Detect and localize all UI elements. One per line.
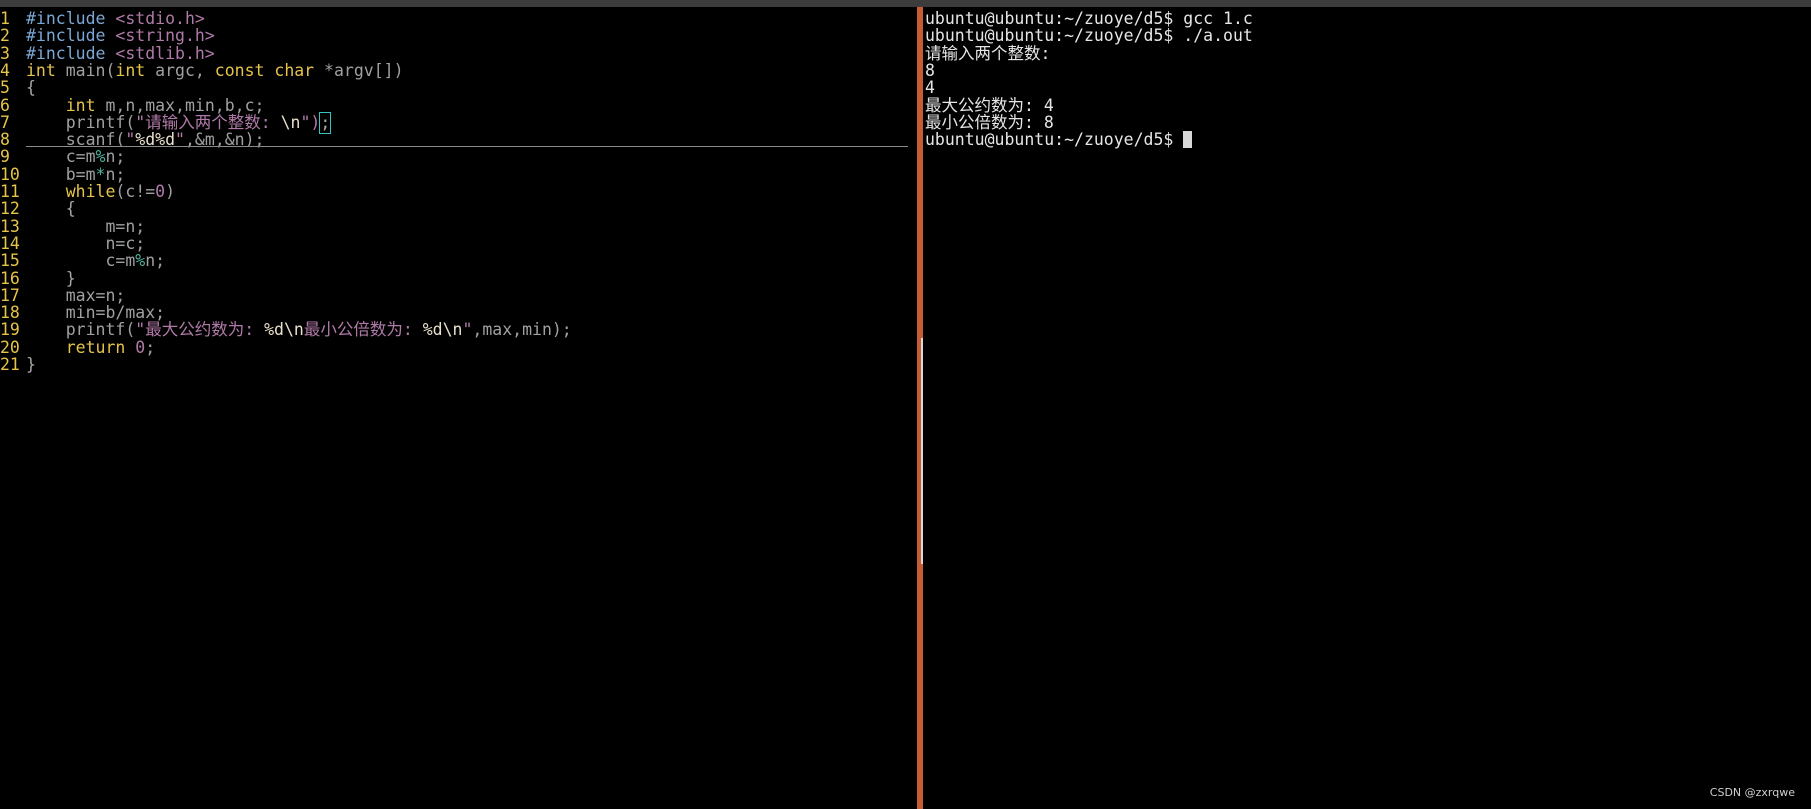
code-token: n; <box>105 164 126 184</box>
code-token: main( <box>55 60 116 80</box>
code-token: max=n; <box>26 285 126 305</box>
code-token: n; <box>105 147 126 167</box>
code-token: ; <box>145 337 156 357</box>
code-token: min=b/max; <box>26 303 166 323</box>
code-token: <stdlib.h> <box>115 43 215 63</box>
code-token: %d\n <box>264 320 304 340</box>
code-token: #include <box>26 43 116 63</box>
pane-scroll-indicator <box>921 338 923 564</box>
terminal-cursor <box>1183 131 1193 149</box>
code-token: ,max,min); <box>472 320 572 340</box>
code-line[interactable]: 4 int main(int argc, const char *argv[]) <box>0 61 404 81</box>
code-token: printf( <box>26 320 136 340</box>
code-token: <string.h> <box>115 26 215 46</box>
code-token: int <box>26 60 56 80</box>
code-token: { <box>26 199 76 219</box>
code-token: printf( <box>26 112 136 132</box>
editor-cursor: ; <box>319 111 332 134</box>
code-token: } <box>26 355 36 374</box>
line-number: 21 <box>0 355 20 374</box>
code-token: "最大公约数为: <box>135 320 265 340</box>
code-token: int <box>65 95 96 115</box>
terminal-pane[interactable]: ubuntu@ubuntu:~/zuoye/d5$ gcc 1.c ubuntu@… <box>924 9 1811 809</box>
code-token: * <box>95 164 106 184</box>
code-token: m,n,max,min,b,c; <box>95 95 265 115</box>
code-token: % <box>135 251 146 271</box>
code-token: m=n; <box>26 216 146 236</box>
terminal-prompt: ubuntu@ubuntu:~/zuoye/d5$ <box>925 130 1184 150</box>
code-token: *argv[]) <box>314 60 404 80</box>
code-token: } <box>26 268 76 288</box>
watermark: CSDN @zxrqwe <box>1709 786 1795 799</box>
code-token: <stdio.h> <box>115 9 205 28</box>
code-token: #include <box>26 26 116 46</box>
code-token: argc, <box>145 60 215 80</box>
code-token: const char <box>214 60 315 80</box>
code-token: #include <box>26 9 116 28</box>
code-token: 0 <box>135 337 146 357</box>
code-token: n; <box>145 251 166 271</box>
code-token: "请输入两个整数: <box>135 112 281 132</box>
code-token: while <box>65 182 116 201</box>
code-token: ") <box>300 112 321 132</box>
terminal-prompt-line[interactable]: ubuntu@ubuntu:~/zuoye/d5$ <box>925 130 1193 150</box>
code-token: { <box>26 78 36 98</box>
code-token: 0 <box>155 182 166 201</box>
code-token: % <box>95 147 106 167</box>
code-token: " <box>462 320 473 340</box>
code-token: ) <box>165 182 176 201</box>
terminal-output-line: 请输入两个整数: <box>925 43 1051 63</box>
vim-cursorline <box>26 146 908 147</box>
code-token: 最小公倍数为: <box>303 320 423 340</box>
code-token: (c!= <box>115 182 156 201</box>
code-token: \n <box>280 112 301 132</box>
code-token: return <box>65 337 126 357</box>
code-token: c=m <box>26 251 136 271</box>
code-token: n=c; <box>26 233 146 253</box>
vim-editor-pane[interactable]: 1 #include <stdio.h> 2 #include <string.h> 3… <box>0 9 917 809</box>
code-token: c=m <box>26 147 96 167</box>
window-title-bar <box>0 0 1811 7</box>
code-token: b=m <box>26 164 96 184</box>
code-line[interactable]: 21} <box>0 355 36 375</box>
code-token: int <box>115 60 146 80</box>
code-token: %d\n <box>422 320 463 340</box>
